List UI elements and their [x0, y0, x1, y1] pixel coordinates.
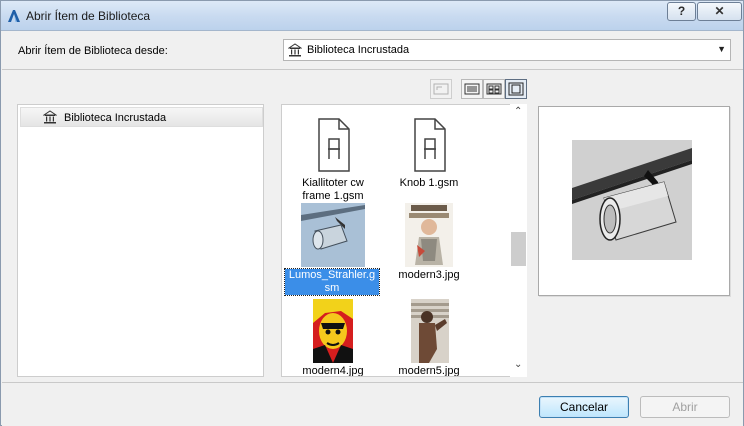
tree-item-label: Biblioteca Incrustada — [64, 112, 167, 124]
window-title: Abrir Ítem de Biblioteca — [26, 9, 151, 23]
source-dropdown[interactable]: Biblioteca Incrustada ▼ — [283, 39, 731, 61]
grid-item-knob[interactable]: Knob 1.gsm — [382, 113, 474, 203]
caption-line: frame 1.gsm — [302, 190, 364, 202]
list-view-icon — [464, 83, 480, 95]
chevron-down-icon[interactable]: ⌄ — [514, 359, 522, 370]
close-button[interactable]: ✕ — [697, 2, 742, 21]
grid-item-modern4[interactable]: modern4.jpg — [286, 299, 378, 377]
folder-up-button[interactable] — [430, 79, 452, 99]
archicad-app-icon — [8, 10, 20, 22]
small-icons-view-button[interactable] — [483, 79, 505, 99]
source-label: Abrir Ítem de Biblioteca desde: — [18, 45, 168, 57]
chevron-up-icon[interactable]: ⌃ — [514, 106, 522, 117]
grid-item-caption: modern5.jpg — [398, 365, 460, 377]
grid-item-kiallitoter[interactable]: Kiallitoter cw frame 1.gsm — [286, 113, 378, 203]
grid-item-caption: modern3.jpg — [398, 269, 460, 281]
source-row: Abrir Ítem de Biblioteca desde: Bibliote… — [2, 32, 743, 70]
library-items-grid[interactable]: Kiallitoter cw frame 1.gsm Knob 1.gsm Lu… — [281, 104, 527, 377]
dialog-window: Abrir Ítem de Biblioteca ? ✕ Abrir Ítem … — [0, 0, 744, 426]
library-icon — [288, 43, 302, 57]
library-tree[interactable]: Biblioteca Incrustada — [17, 104, 264, 377]
grid-scrollbar[interactable]: ⌃ ⌄ — [510, 104, 527, 377]
dialog-footer: Cancelar Abrir — [2, 382, 743, 426]
spotlight-thumbnail — [301, 203, 365, 267]
title-bar[interactable]: Abrir Ítem de Biblioteca ? ✕ — [1, 1, 743, 31]
grid-item-modern3[interactable]: modern3.jpg — [382, 203, 474, 293]
preview-panel — [538, 106, 730, 296]
grid-item-caption: Knob 1.gsm — [399, 177, 459, 189]
grid-view-icon — [486, 83, 502, 95]
caption-line: Kiallitoter cw — [302, 177, 364, 189]
grid-item-caption: modern4.jpg — [302, 365, 364, 377]
main-area: Biblioteca Incrustada Kiallitoter cw fra… — [2, 71, 743, 381]
grid-item-lumos-strahler[interactable]: Lumos_Strahler.g sm — [284, 203, 380, 296]
help-button[interactable]: ? — [667, 2, 696, 21]
figure-thumbnail — [411, 299, 449, 363]
grid-item-modern5[interactable]: modern5.jpg — [382, 299, 474, 377]
large-icons-view-button[interactable] — [505, 79, 527, 99]
chevron-down-icon[interactable]: ▼ — [717, 44, 726, 54]
caption-line: Lumos_Strahler.g — [288, 269, 376, 281]
cancel-button[interactable]: Cancelar — [539, 396, 629, 418]
tree-item-biblioteca-incrustada[interactable]: Biblioteca Incrustada — [20, 107, 263, 127]
grid-item-caption-selected: Lumos_Strahler.g sm — [284, 268, 380, 296]
source-selected-value: Biblioteca Incrustada — [307, 44, 410, 56]
library-icon — [43, 110, 57, 124]
gsm-document-icon — [318, 118, 350, 172]
open-button[interactable]: Abrir — [640, 396, 730, 418]
caption-line: sm — [324, 282, 340, 294]
gsm-document-icon — [414, 118, 446, 172]
pop-art-thumbnail — [313, 299, 353, 363]
grid-item-caption: Kiallitoter cw frame 1.gsm — [286, 177, 380, 203]
collage-thumbnail — [405, 203, 453, 267]
spotlight-preview-image — [572, 140, 692, 260]
large-icon-view-icon — [508, 82, 524, 96]
list-view-button[interactable] — [461, 79, 483, 99]
folder-up-icon — [433, 83, 449, 95]
scroll-thumb[interactable] — [511, 232, 526, 266]
